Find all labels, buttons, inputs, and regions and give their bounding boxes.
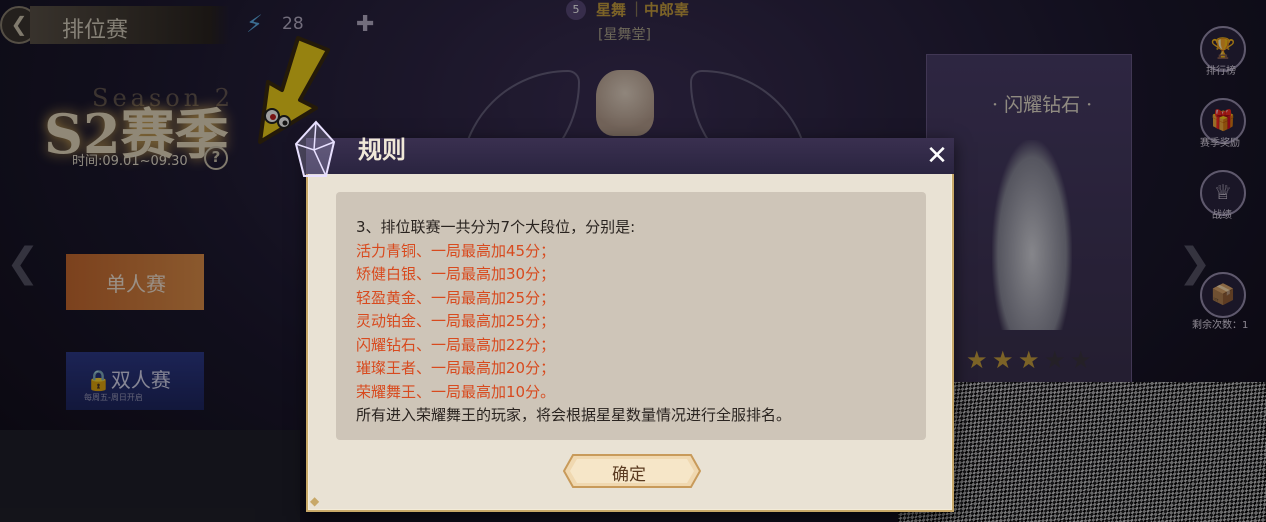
rule-line: 3、排位联赛一共分为7个大段位，分别是: [356,218,636,236]
rule-line: 活力青铜、一局最高加45分； [356,241,556,260]
rule-line: 灵动铂金、一局最高加25分； [356,312,556,330]
rule-line: 璀璨王者、一局最高加20分； [356,359,556,377]
game-screen: ❮ 排位赛 ⚡ 28 ✚ 5 星舞 | 中郎辜 [星舞堂] Season 2 S… [0,0,1266,522]
confirm-label: 确定 [612,465,646,485]
rule-line: 所有进入荣耀舞王的玩家，将会根据星星数量情况进行全服排名。 [356,406,792,424]
rules-dialog-title: 规则 [358,135,406,164]
close-button[interactable]: ✕ [922,142,952,170]
crystal-icon [294,120,336,177]
corner-deco-icon: ◆ [310,494,320,508]
rule-line: 矫健白银、一局最高加30分； [356,265,556,283]
rule-line: 荣耀舞王、一局最高加10分。 [356,382,556,401]
rule-line: 轻盈黄金、一局最高加25分； [356,288,556,307]
rule-line: 闪耀钻石、一局最高加22分； [356,335,556,354]
close-icon: ✕ [926,141,948,171]
